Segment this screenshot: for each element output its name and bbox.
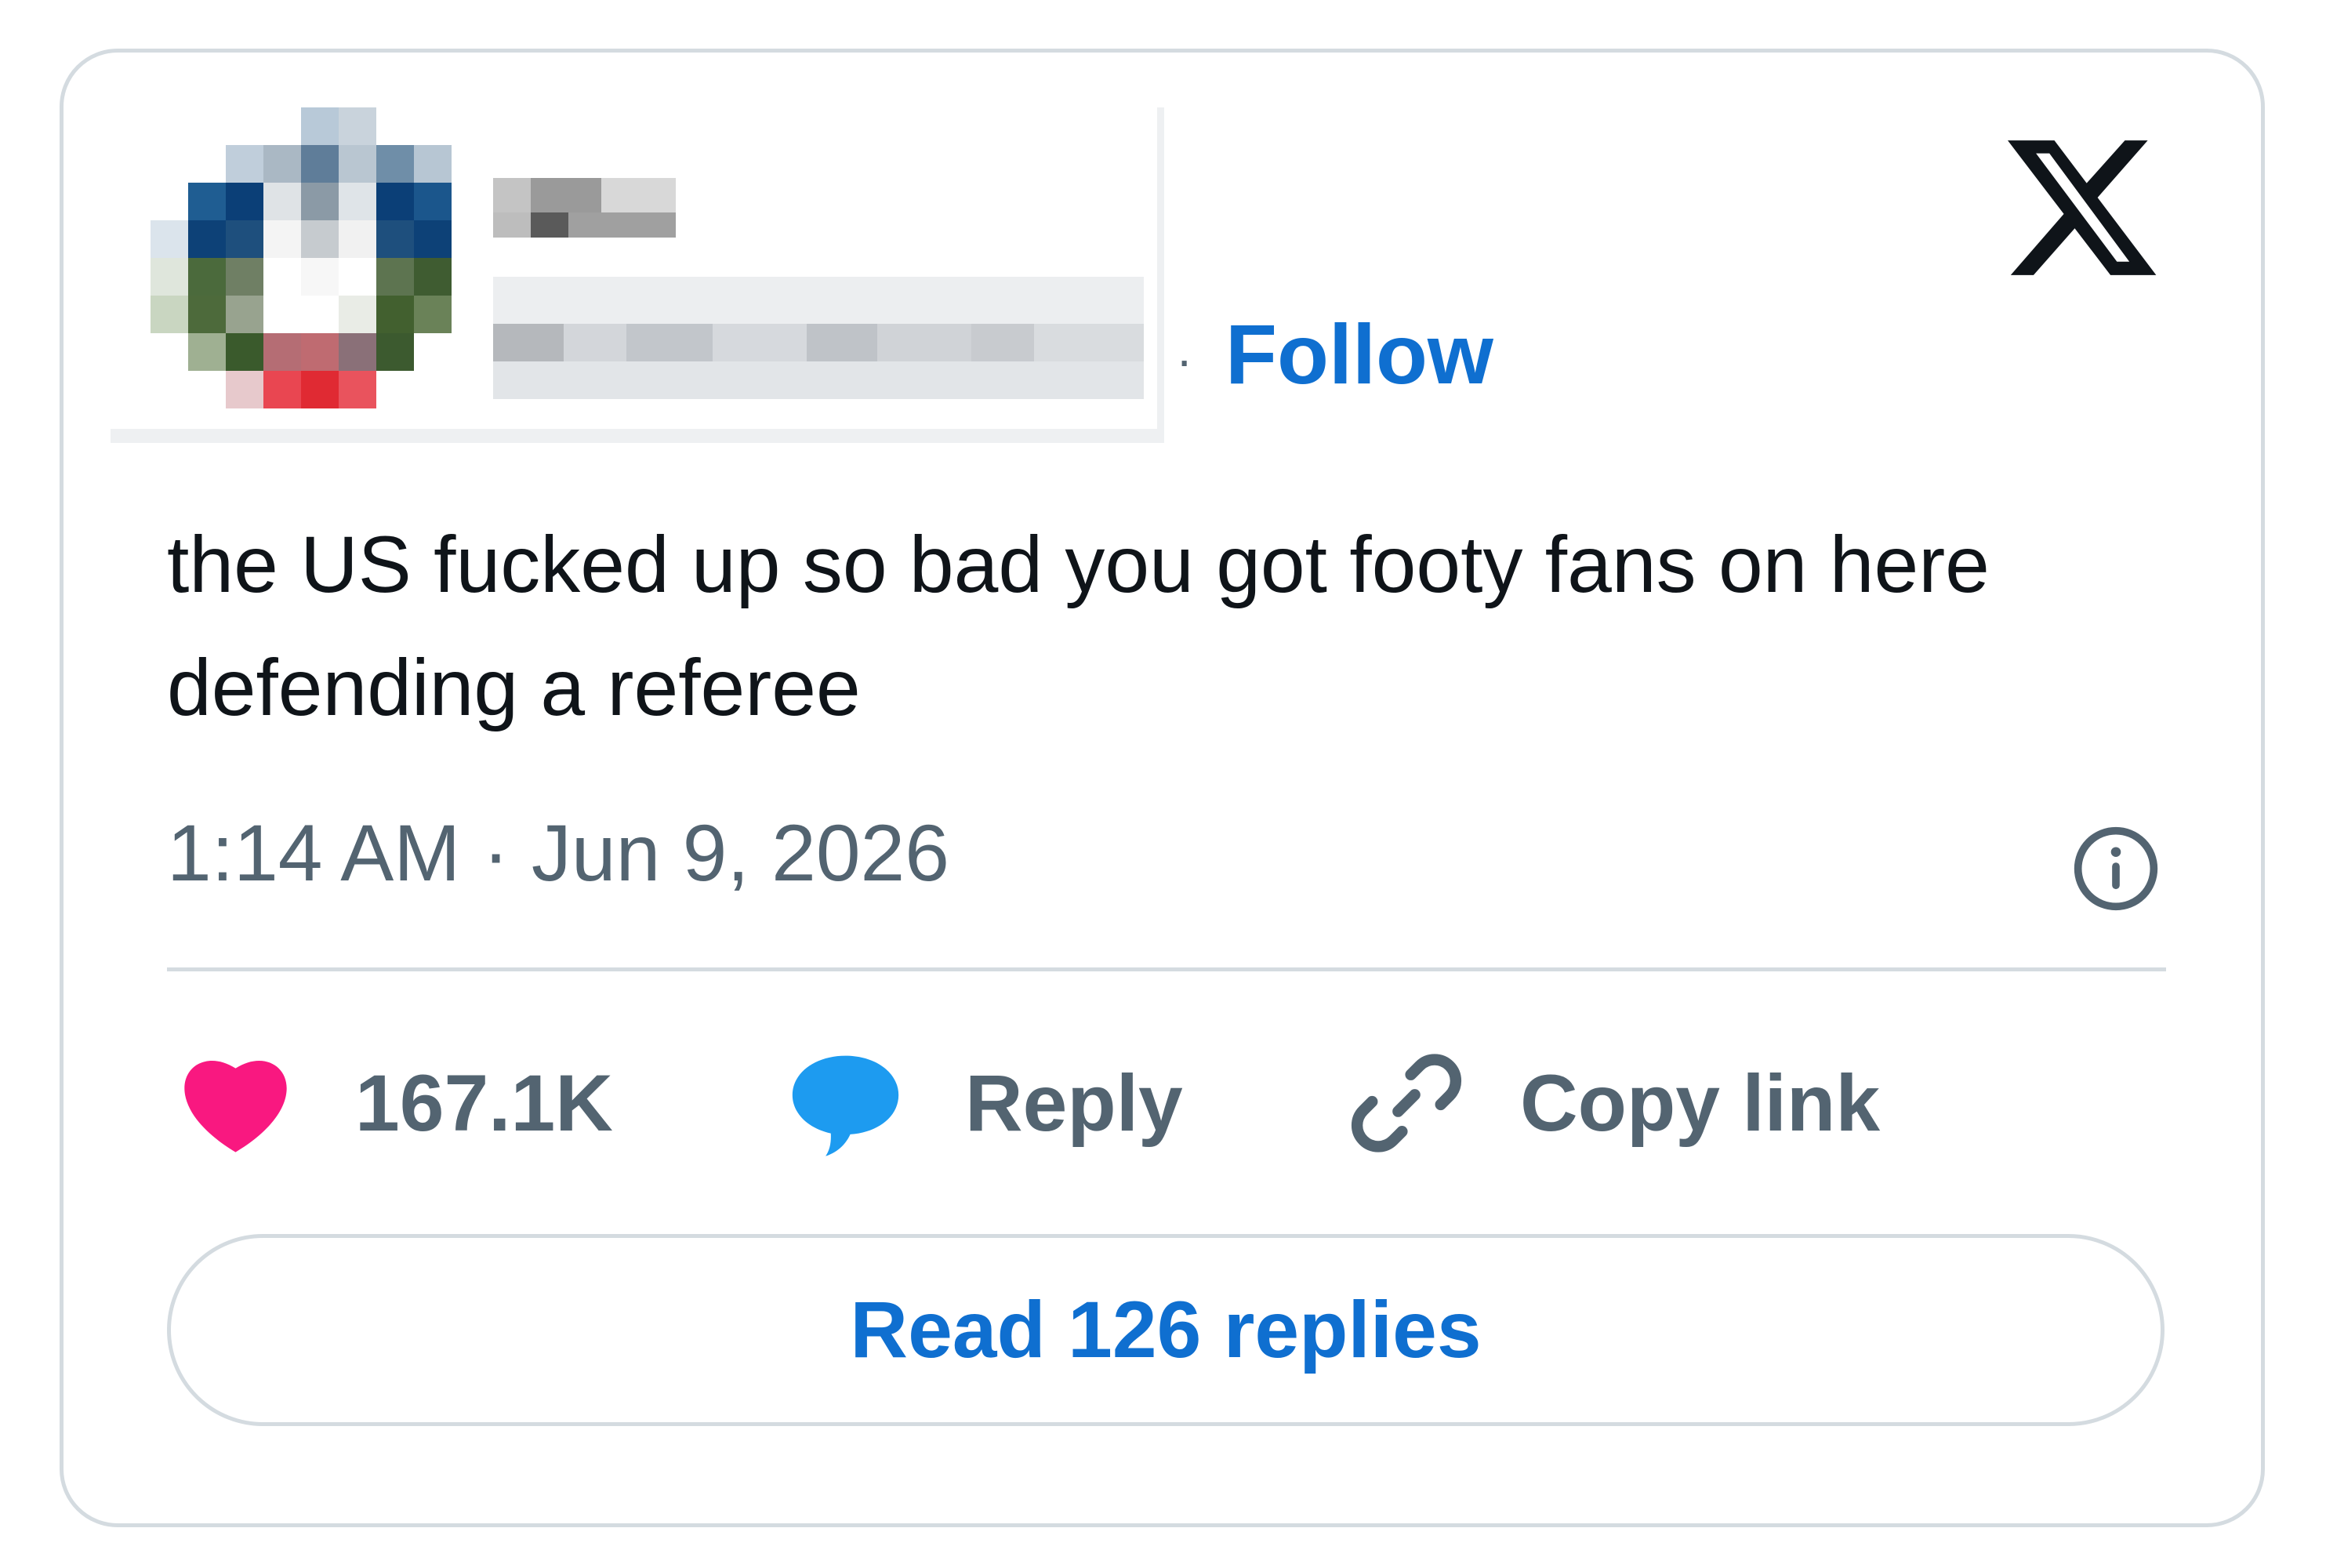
follow-button[interactable]: Follow (1225, 303, 1493, 405)
tweet-embed-card: · Follow the US fucked up so bad you got… (60, 49, 2265, 1527)
redaction-edge (111, 429, 1164, 443)
reply-button[interactable]: Reply (789, 1048, 1183, 1158)
divider (167, 967, 2166, 971)
handle-redacted[interactable] (493, 277, 1144, 426)
link-icon (1351, 1054, 1462, 1152)
info-icon[interactable] (2070, 823, 2161, 914)
redaction-edge (1157, 107, 1164, 441)
tweet-date: Jun 9, 2026 (531, 808, 949, 898)
timestamp-separator: · (482, 808, 510, 898)
like-button[interactable]: 167.1K (179, 1048, 613, 1158)
avatar[interactable] (144, 107, 502, 465)
follow-separator: · (1176, 332, 1193, 388)
like-count: 167.1K (355, 1058, 613, 1148)
tweet-time: 1:14 AM (167, 808, 461, 898)
read-replies-button[interactable]: Read 126 replies (167, 1234, 2165, 1426)
speech-bubble-icon (792, 1055, 899, 1156)
tweet-timestamp[interactable]: 1:14 AM · Jun 9, 2026 (167, 805, 949, 901)
display-name-redacted[interactable] (493, 178, 676, 238)
heart-icon (184, 1060, 287, 1152)
tweet-text: the US fucked up so bad you got footy fa… (167, 520, 1990, 732)
reply-label: Reply (965, 1058, 1183, 1148)
x-logo-icon[interactable] (2008, 139, 2157, 277)
copy-link-button[interactable]: Copy link (1348, 1048, 1880, 1158)
copy-link-label: Copy link (1520, 1058, 1881, 1148)
